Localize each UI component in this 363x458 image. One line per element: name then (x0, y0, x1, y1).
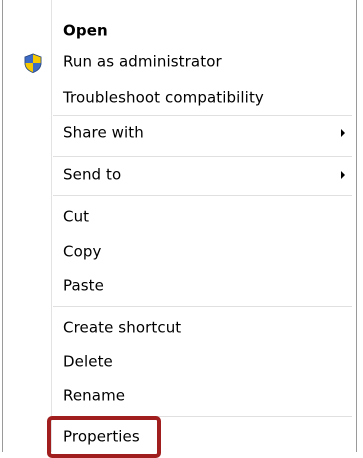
uac-shield-icon (24, 53, 42, 73)
menu-border-right (356, 0, 357, 452)
menu-item-troubleshoot-compatibility[interactable]: Troubleshoot compatibility (6, 83, 352, 113)
menu-item-paste-label: Paste (63, 276, 104, 295)
menu-item-share-with-label: Share with (63, 123, 144, 142)
menu-item-troubleshoot-compatibility-label: Troubleshoot compatibility (63, 88, 264, 107)
menu-item-delete[interactable]: Delete (6, 347, 352, 377)
menu-separator-highlight (53, 157, 352, 158)
menu-border-left (2, 0, 3, 452)
menu-item-send-to-label: Send to (63, 165, 122, 184)
menu-separator-highlight (53, 307, 352, 308)
menu-item-share-with[interactable]: Share with (6, 118, 352, 148)
menu-separator-highlight (53, 196, 352, 197)
menu-item-open-label: Open (63, 21, 108, 40)
menu-item-run-as-administrator-label: Run as administrator (63, 52, 222, 71)
menu-item-delete-label: Delete (63, 352, 113, 371)
menu-item-open[interactable]: Open (6, 16, 352, 46)
context-menu: Open Run as administrator Troubleshoot c… (0, 0, 363, 458)
menu-separator-highlight (53, 116, 352, 117)
submenu-arrow-icon (341, 129, 345, 137)
menu-item-copy[interactable]: Copy (6, 237, 352, 267)
menu-item-create-shortcut-label: Create shortcut (63, 318, 182, 337)
menu-item-cut[interactable]: Cut (6, 202, 352, 232)
menu-item-create-shortcut[interactable]: Create shortcut (6, 313, 352, 343)
menu-item-send-to[interactable]: Send to (6, 160, 352, 190)
menu-item-cut-label: Cut (63, 207, 90, 226)
submenu-arrow-icon (341, 171, 345, 179)
menu-item-rename-label: Rename (63, 386, 126, 405)
menu-item-rename[interactable]: Rename (6, 381, 352, 411)
menu-item-run-as-administrator[interactable]: Run as administrator (6, 47, 352, 77)
menu-item-paste[interactable]: Paste (6, 271, 352, 301)
menu-item-copy-label: Copy (63, 242, 102, 261)
